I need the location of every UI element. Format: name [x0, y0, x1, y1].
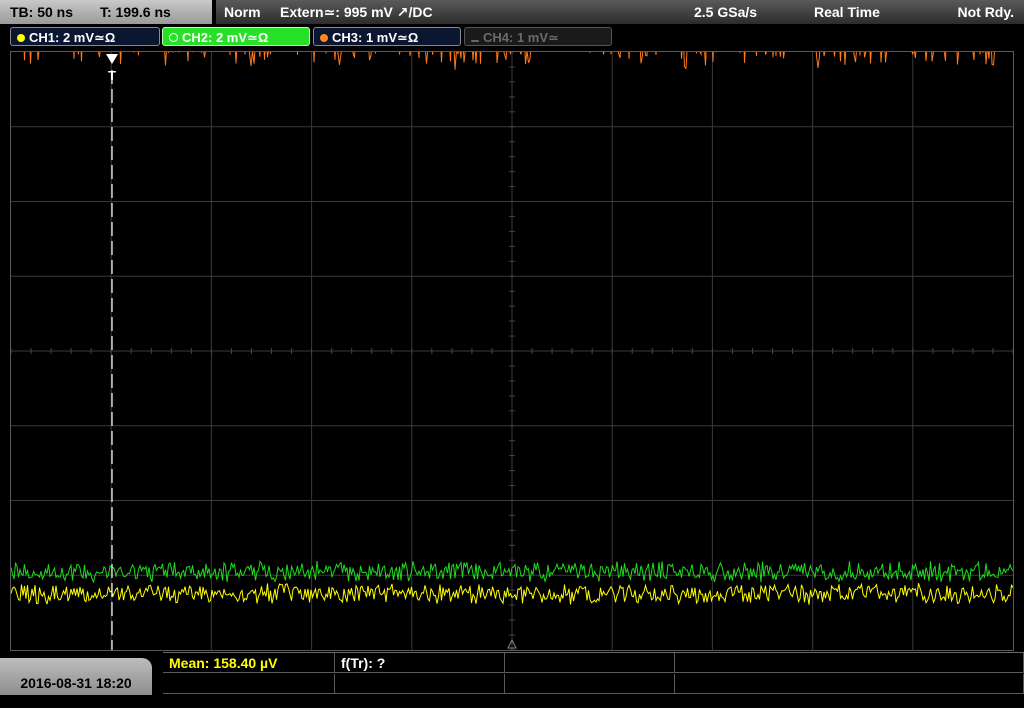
trigger-time-value: T: 199.6 ns [100, 4, 171, 20]
waveform-graph: T [10, 6, 1014, 651]
channel-3-color-icon [320, 34, 328, 42]
waveform-display[interactable]: T [10, 6, 1014, 651]
measurement-cell[interactable] [163, 674, 335, 694]
measurement-cell[interactable] [505, 653, 675, 673]
top-status-bar: TB: 50 ns T: 199.6 ns Norm Extern≃: 995 … [0, 0, 1024, 25]
grid [10, 51, 1014, 651]
timebase-panel[interactable]: TB: 50 ns T: 199.6 ns [0, 0, 212, 24]
trigger-marker-label: T [108, 68, 116, 83]
trigger-mode: Norm [224, 4, 261, 20]
channel-1-label: CH1: 2 mV≃Ω [29, 30, 116, 45]
footer: 2016-08-31 18:20 Mean: 158.40 µV f(Tr): ? [0, 652, 1024, 695]
measurement-cell[interactable] [675, 653, 1024, 673]
channel-3-button[interactable]: CH3: 1 mV≃Ω [313, 27, 461, 46]
channel-1-color-icon [17, 34, 25, 42]
channel-4-color-icon [471, 40, 479, 42]
trigger-position-icon [106, 54, 118, 64]
channel-2-button[interactable]: CH2: 2 mV≃Ω [162, 27, 310, 46]
timebase-value: TB: 50 ns [10, 4, 74, 20]
channel-2-color-icon [169, 33, 178, 42]
acquisition-mode: Real Time [814, 4, 880, 20]
channel-4-button[interactable]: CH4: 1 mV≃ [464, 27, 612, 46]
measurement-cell[interactable] [505, 674, 675, 694]
measurement-cell[interactable] [675, 674, 1024, 694]
trigger-source: Extern≃: 995 mV ↗/DC [280, 4, 433, 20]
channel-1-button[interactable]: CH1: 2 mV≃Ω [10, 27, 160, 46]
channel-4-label: CH4: 1 mV≃ [483, 30, 559, 45]
channel-3-label: CH3: 1 mV≃Ω [332, 30, 419, 45]
datetime: 2016-08-31 18:20 [0, 658, 152, 695]
channel-2-label: CH2: 2 mV≃Ω [182, 30, 269, 45]
markers: T [106, 54, 517, 650]
measurement-cell[interactable] [335, 674, 505, 694]
measurement-cell[interactable]: Mean: 158.40 µV [163, 653, 335, 673]
channel-bar: CH1: 2 mV≃Ω CH2: 2 mV≃Ω CH3: 1 mV≃Ω CH4:… [0, 26, 1024, 48]
acquisition-status-panel[interactable]: Norm Extern≃: 995 mV ↗/DC 2.5 GSa/s Real… [216, 0, 1024, 24]
measurement-table[interactable]: Mean: 158.40 µV f(Tr): ? [163, 652, 1024, 696]
sample-rate: 2.5 GSa/s [694, 4, 758, 20]
ready-status: Not Rdy. [957, 4, 1014, 20]
measurement-cell[interactable]: f(Tr): ? [335, 653, 505, 673]
